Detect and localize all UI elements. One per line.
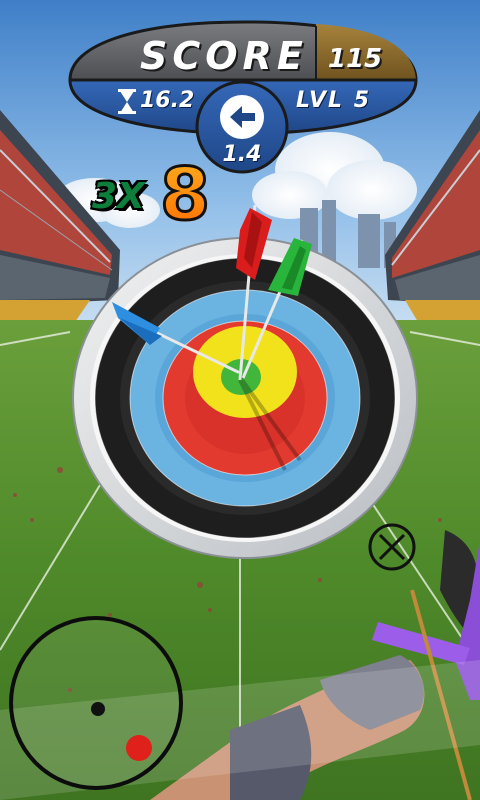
aim-joystick[interactable] [9,616,183,790]
last-shot-points: 8 [158,151,211,238]
score-value: 115 [327,44,383,74]
multiplier: 3X [92,176,145,217]
wind-value: 1.4 [222,142,262,167]
score-label: SCORE [140,34,308,78]
joystick-marker [126,735,152,761]
game-scene [0,0,480,800]
joystick-center-dot [91,702,105,716]
level-label: LVL 5 [296,88,372,113]
archery-target [72,237,418,559]
timer-value: 16.2 [140,88,195,113]
